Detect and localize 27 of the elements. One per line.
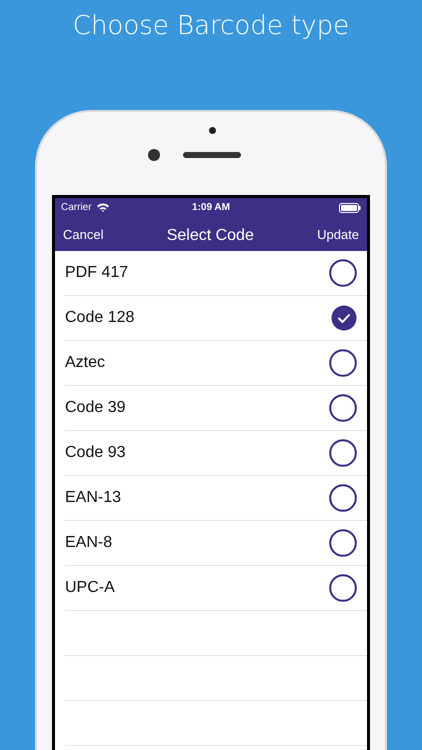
status-time: 1:09 AM bbox=[192, 202, 230, 213]
radio-icon[interactable] bbox=[329, 439, 357, 467]
radio-icon[interactable] bbox=[329, 574, 357, 602]
barcode-option[interactable]: Code 93 bbox=[65, 431, 367, 476]
camera-icon bbox=[148, 149, 160, 161]
radio-icon[interactable] bbox=[329, 484, 357, 512]
barcode-option[interactable]: Code 128 bbox=[65, 296, 367, 341]
radio-icon[interactable] bbox=[329, 349, 357, 377]
barcode-option[interactable]: Code 39 bbox=[65, 386, 367, 431]
checked-radio-icon[interactable] bbox=[331, 305, 357, 331]
barcode-option[interactable]: EAN-13 bbox=[65, 476, 367, 521]
screen-title: Select Code bbox=[166, 227, 254, 245]
cancel-button[interactable]: Cancel bbox=[61, 224, 106, 244]
radio-icon[interactable] bbox=[329, 394, 357, 422]
barcode-option[interactable]: UPC-A bbox=[65, 566, 367, 611]
update-button[interactable]: Update bbox=[315, 224, 361, 244]
wifi-icon bbox=[96, 203, 109, 212]
barcode-option[interactable]: Aztec bbox=[65, 341, 367, 386]
speaker-icon bbox=[183, 152, 241, 158]
barcode-option[interactable]: PDF 417 bbox=[65, 251, 367, 296]
battery-icon bbox=[339, 202, 361, 212]
barcode-option[interactable]: EAN-8 bbox=[65, 521, 367, 566]
carrier-label: Carrier bbox=[61, 202, 92, 213]
sensor-icon bbox=[209, 127, 216, 134]
radio-icon[interactable] bbox=[329, 259, 357, 287]
radio-icon[interactable] bbox=[329, 529, 357, 557]
headline: Choose Barcode type bbox=[72, 10, 350, 43]
